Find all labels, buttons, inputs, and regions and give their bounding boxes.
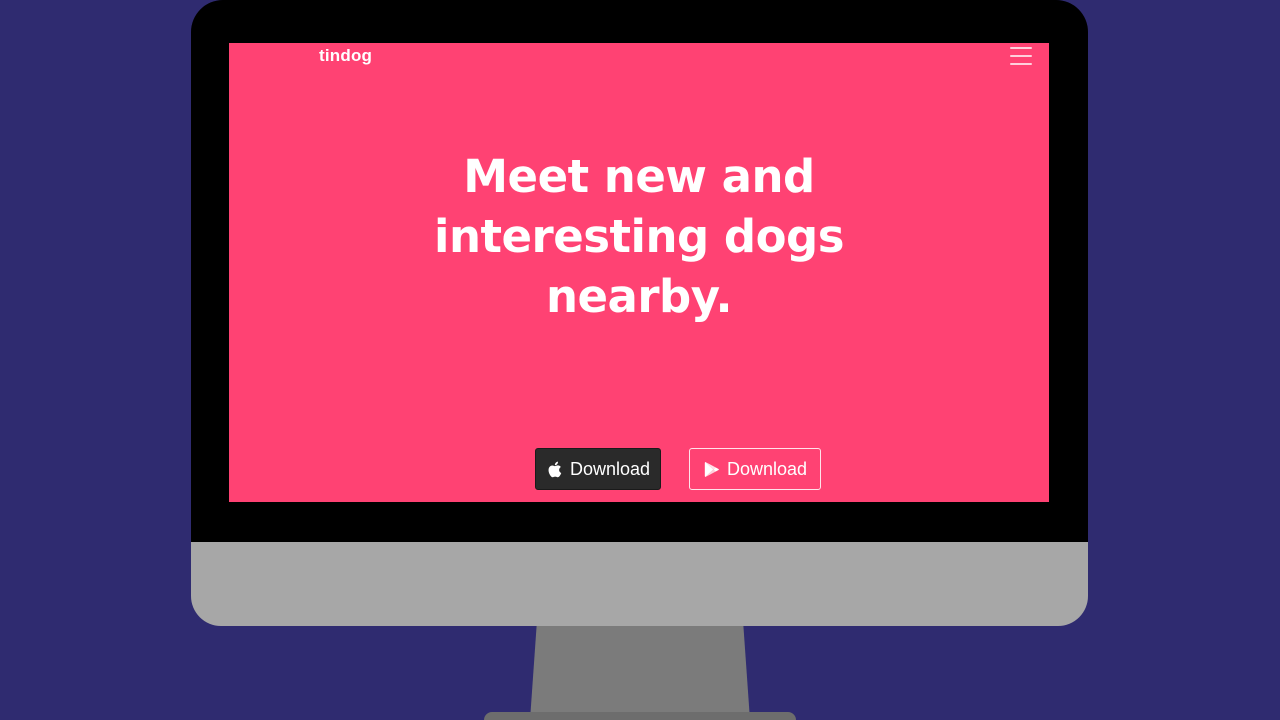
hamburger-menu-icon[interactable] bbox=[1010, 47, 1032, 65]
headline-line-3: nearby. bbox=[545, 270, 733, 323]
menu-line bbox=[1010, 55, 1032, 57]
apple-icon bbox=[546, 460, 564, 478]
headline-line-1: Meet new and bbox=[463, 150, 815, 203]
menu-line bbox=[1010, 47, 1032, 49]
monitor-chin bbox=[191, 542, 1088, 626]
headline-line-2: interesting dogs bbox=[434, 210, 844, 263]
navbar-brand[interactable]: tindog bbox=[319, 46, 372, 66]
hero-headline: Meet new and interesting dogs nearby. bbox=[229, 147, 1049, 327]
monitor-base bbox=[484, 712, 796, 720]
apple-download-button[interactable]: Download bbox=[535, 448, 661, 490]
google-button-label: Download bbox=[726, 458, 808, 479]
google-play-icon bbox=[703, 460, 721, 478]
monitor-stand bbox=[530, 626, 750, 720]
menu-line bbox=[1010, 63, 1032, 65]
google-play-download-button[interactable]: Download bbox=[689, 448, 821, 490]
scene-background: tindog Meet new and interesting dogs nea… bbox=[0, 0, 1280, 720]
website-screen: tindog Meet new and interesting dogs nea… bbox=[229, 43, 1049, 502]
apple-button-label: Download bbox=[569, 458, 651, 479]
